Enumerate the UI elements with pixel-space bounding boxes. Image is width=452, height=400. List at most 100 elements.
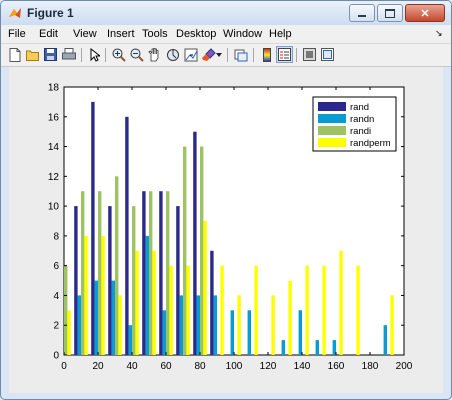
bar-randi-80 — [200, 146, 204, 355]
bar-rand-90 — [210, 250, 214, 355]
bar-randn-110 — [247, 310, 251, 355]
bar-randperm-100 — [237, 295, 241, 355]
menu-file[interactable]: File — [8, 28, 26, 40]
minimize-button[interactable] — [349, 4, 375, 22]
x-tick-label: 120 — [260, 361, 277, 372]
open-file-icon[interactable] — [25, 47, 40, 62]
bar-randperm-50 — [152, 250, 156, 355]
y-tick-label: 12 — [48, 172, 60, 183]
show-plot-tools-icon[interactable] — [320, 47, 335, 62]
legend-swatch-rand — [318, 102, 346, 111]
legend-swatch-randn — [318, 114, 346, 123]
legend: randrandnrandirandperm — [312, 96, 397, 152]
bar-randn-50 — [145, 235, 149, 355]
x-tick-label: 160 — [328, 361, 345, 372]
x-tick-label: 60 — [160, 361, 172, 372]
toolbar-separator — [296, 48, 297, 62]
bar-rand-60 — [159, 191, 163, 355]
pan-icon[interactable] — [147, 47, 162, 62]
y-tick-label: 6 — [53, 261, 59, 272]
link-plot-icon[interactable] — [233, 47, 248, 62]
bar-randi-50 — [149, 191, 153, 355]
bar-randi-10 — [81, 191, 85, 355]
print-icon[interactable] — [61, 47, 76, 62]
menu-dock-arrow-icon[interactable]: ↘ — [435, 28, 443, 39]
menu-edit[interactable]: Edit — [39, 28, 58, 40]
close-button[interactable]: ✕ — [405, 4, 445, 22]
x-tick-label: 180 — [362, 361, 379, 372]
bar-randperm-20 — [101, 235, 105, 355]
maximize-button[interactable] — [377, 4, 403, 22]
bar-randperm-170 — [356, 265, 360, 355]
x-tick-label: 40 — [126, 361, 138, 372]
y-tick-label: 18 — [48, 83, 60, 94]
legend-swatch-randi — [318, 126, 346, 135]
bar-randperm-150 — [322, 265, 326, 355]
bar-randperm-110 — [254, 265, 258, 355]
bar-rand-20 — [91, 101, 95, 356]
edit-plot-icon[interactable] — [87, 47, 102, 62]
zoom-in-icon[interactable] — [111, 47, 126, 62]
brush-icon[interactable] — [201, 47, 216, 62]
title-bar[interactable]: Figure 1 ✕ — [1, 1, 451, 26]
insert-legend-icon[interactable] — [276, 46, 293, 63]
x-tick-label: 140 — [294, 361, 311, 372]
bar-randn-60 — [162, 310, 166, 355]
toolbar-separator — [227, 48, 228, 62]
x-tick-label: 100 — [226, 361, 243, 372]
bar-randperm-120 — [271, 295, 275, 355]
y-tick-label: 2 — [53, 321, 59, 332]
data-cursor-icon[interactable] — [183, 47, 198, 62]
menu-insert[interactable]: Insert — [107, 28, 135, 40]
bar-randperm-40 — [135, 250, 139, 355]
menu-tools[interactable]: Tools — [142, 28, 168, 40]
minimize-icon — [358, 15, 366, 17]
bar-randi-70 — [183, 146, 187, 355]
hide-plot-tools-icon[interactable] — [302, 47, 317, 62]
menu-view[interactable]: View — [73, 28, 97, 40]
bar-randi-0 — [64, 265, 68, 355]
bar-chart: 0 20 40 60 80 100 120 140 160 180 200 0 2 4 6 8 10 12 14 16… — [48, 83, 413, 373]
bar-randn-30 — [111, 280, 115, 355]
x-tick-label: 200 — [396, 361, 413, 372]
insert-colorbar-icon[interactable] — [259, 47, 274, 62]
zoom-out-icon[interactable] — [129, 47, 144, 62]
bar-randn-130 — [281, 340, 285, 355]
bar-rand-30 — [108, 206, 112, 355]
menu-help[interactable]: Help — [269, 28, 292, 40]
x-tick-label: 20 — [92, 361, 104, 372]
bar-randperm-10 — [84, 235, 88, 355]
bar-randn-20 — [94, 280, 98, 355]
menu-bar: File Edit View Insert Tools Desktop Wind… — [1, 25, 451, 43]
y-tick-label: 14 — [48, 142, 60, 153]
close-icon: ✕ — [420, 7, 430, 20]
x-tick-label: 0 — [61, 361, 67, 372]
bar-rand-70 — [176, 206, 180, 355]
bar-randn-140 — [298, 310, 302, 355]
toolbar-separator — [81, 48, 82, 62]
menu-window[interactable]: Window — [223, 28, 262, 40]
legend-label-randn: randn — [350, 114, 374, 125]
maximize-icon — [385, 8, 395, 18]
bar-rand-40 — [125, 116, 129, 355]
legend-label-randi: randi — [350, 126, 371, 137]
new-figure-icon[interactable] — [7, 47, 22, 62]
rotate-3d-icon[interactable] — [165, 47, 180, 62]
y-tick-label: 10 — [48, 202, 60, 213]
bar-randn-100 — [230, 310, 234, 355]
brush-dropdown-icon[interactable] — [215, 47, 223, 62]
bar-randperm-130 — [288, 280, 292, 355]
bar-randn-10 — [77, 295, 81, 355]
bar-randperm-190 — [390, 295, 394, 355]
bar-randn-160 — [332, 340, 336, 355]
bar-randn-190 — [383, 325, 387, 355]
bar-rand-10 — [74, 206, 78, 355]
x-tick-label: 80 — [194, 361, 206, 372]
bar-randi-60 — [166, 191, 170, 355]
y-tick-label: 0 — [53, 351, 59, 362]
bar-rand-80 — [193, 131, 197, 355]
menu-desktop[interactable]: Desktop — [176, 28, 216, 40]
bar-randi-20 — [98, 191, 102, 355]
bar-randperm-60 — [169, 265, 173, 355]
save-icon[interactable] — [43, 47, 58, 62]
